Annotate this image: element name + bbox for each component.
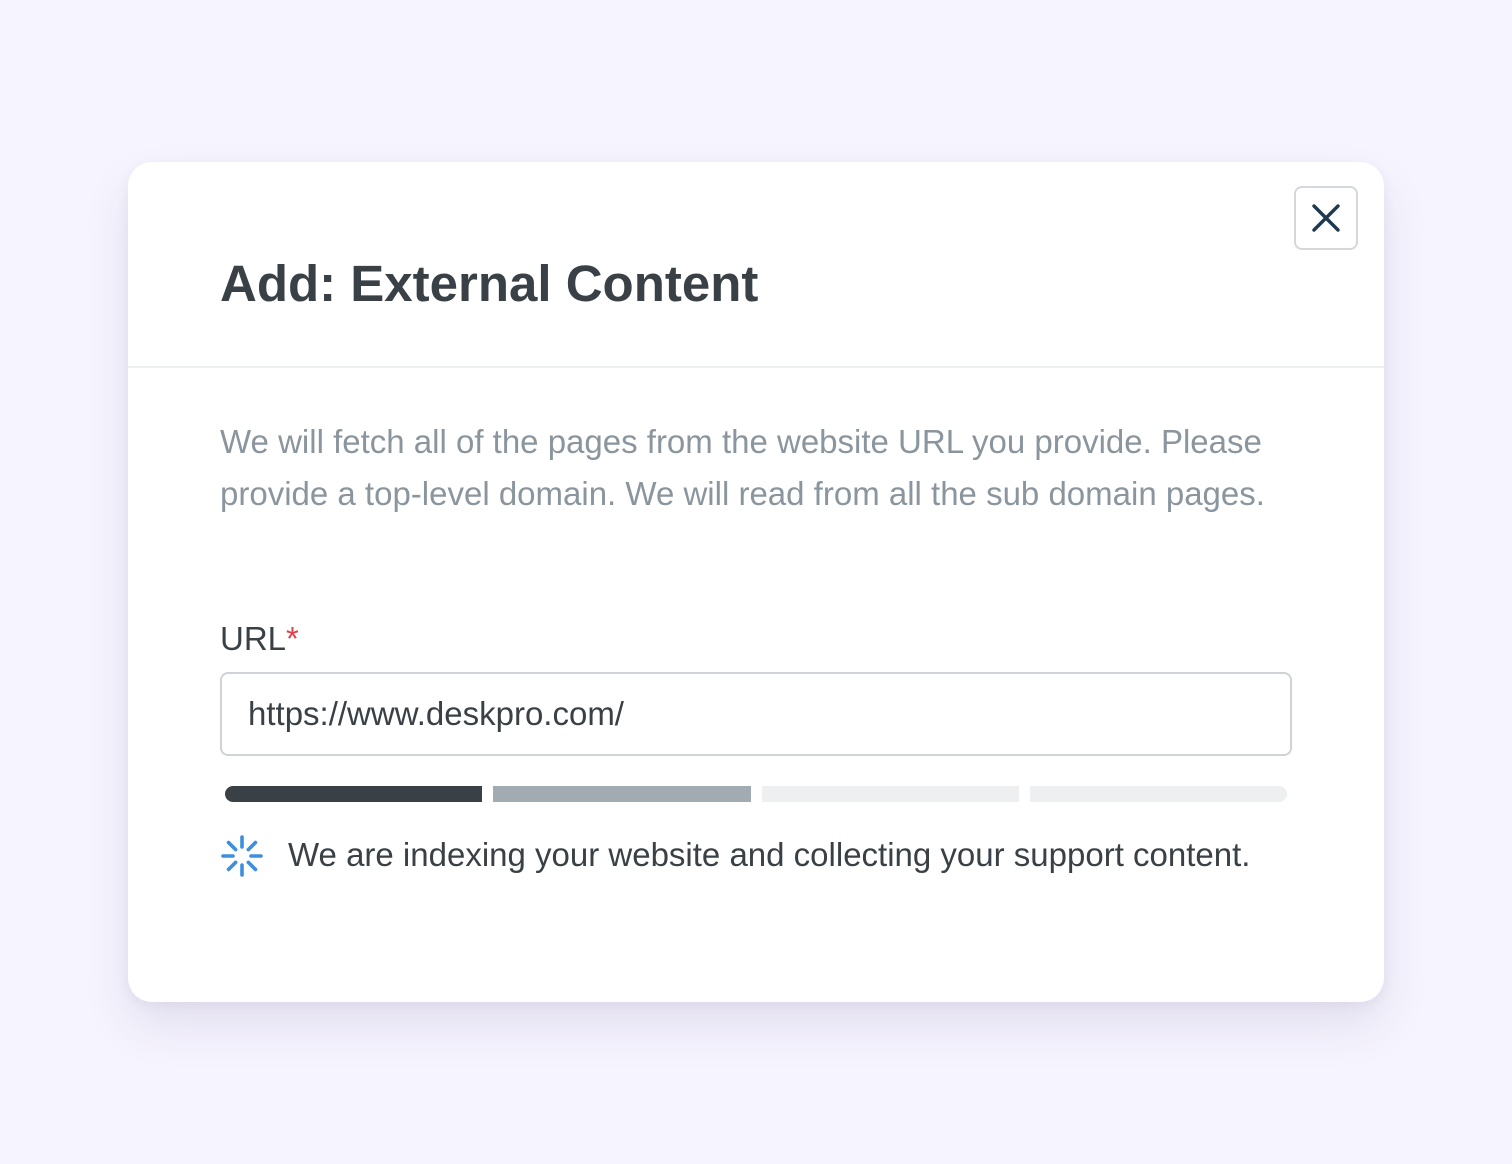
loading-spinner-icon [221, 835, 263, 877]
indexing-status: We are indexing your website and collect… [220, 832, 1320, 878]
progress-segment-completed [225, 786, 483, 802]
indexing-status-text: We are indexing your website and collect… [288, 836, 1251, 873]
progress-segment-in-progress [493, 786, 751, 802]
add-external-content-dialog: Add: External Content We will fetch all … [128, 162, 1384, 1002]
progress-segment-pending [761, 786, 1019, 802]
url-field-label: URL* [220, 616, 299, 662]
progress-segment-pending [1029, 786, 1287, 802]
dialog-description: We will fetch all of the pages from the … [220, 423, 1265, 512]
url-label-text: URL [220, 620, 287, 657]
url-input[interactable] [220, 672, 1292, 756]
close-button[interactable] [1294, 186, 1358, 250]
indexing-progress-bar [225, 786, 1287, 802]
spinner-ray [226, 860, 238, 872]
spinner-ray [246, 840, 258, 852]
dialog-header: Add: External Content [128, 162, 1384, 368]
required-marker: * [286, 620, 299, 657]
spinner-ray [246, 860, 258, 872]
close-icon [1312, 204, 1340, 232]
dialog-title: Add: External Content [220, 255, 759, 312]
spinner-ray [226, 840, 238, 852]
